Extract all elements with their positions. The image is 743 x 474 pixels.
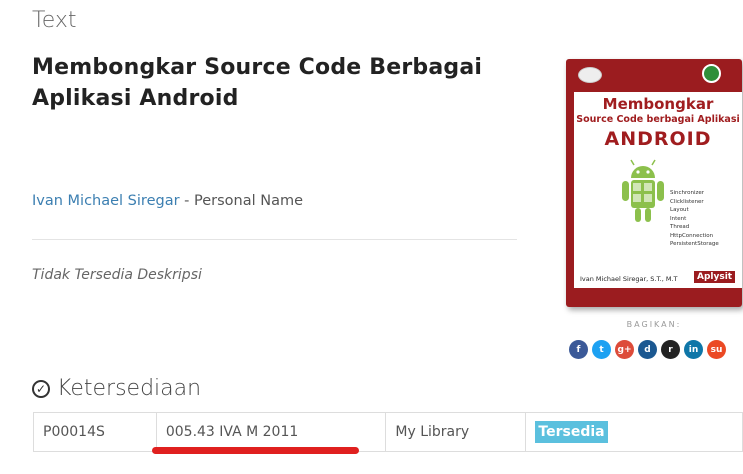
holdings-table: P00014S 005.43 IVA M 2011 My Library Ter…	[33, 412, 743, 452]
item-type-label: Text	[32, 8, 77, 33]
twitter-icon[interactable]: t	[592, 340, 611, 359]
share-label: BAGIKAN:	[626, 320, 682, 329]
book-description: Tidak Tersedia Deskripsi	[32, 267, 202, 283]
stumbleupon-icon[interactable]: su	[707, 340, 726, 359]
linkedin-icon[interactable]: in	[684, 340, 703, 359]
cover-title-line1: Membongkar	[602, 95, 714, 113]
item-code-cell: P00014S	[33, 412, 157, 452]
annotation-underline	[152, 447, 359, 454]
cover-publisher: Aplysit	[694, 271, 736, 283]
author-link[interactable]: Ivan Michael Siregar	[32, 193, 180, 209]
cover-title-line3: ANDROID	[604, 128, 712, 150]
status-cell: Tersedia	[525, 412, 743, 452]
status-badge: Tersedia	[535, 421, 608, 443]
table-row: P00014S 005.43 IVA M 2011 My Library Ter…	[33, 412, 743, 452]
cd-icon	[702, 64, 721, 83]
facebook-icon[interactable]: f	[569, 340, 588, 359]
cover-panel: Membongkar Source Code berbagai Aplikasi…	[574, 92, 742, 307]
book-title: Membongkar Source Code Berbagai Aplikasi…	[32, 55, 483, 111]
android-robot-icon	[622, 159, 664, 222]
location-cell: My Library	[385, 412, 527, 452]
cover-author: Ivan Michael Siregar, S.T., M.T	[580, 275, 678, 283]
share-buttons: f t g+ d r in su	[569, 340, 726, 359]
call-number-cell: 005.43 IVA M 2011	[155, 412, 387, 452]
author-role: - Personal Name	[179, 193, 304, 209]
reddit-icon[interactable]: r	[661, 340, 680, 359]
digg-icon[interactable]: d	[638, 340, 657, 359]
cover-terms: Sinchronizer Clicklistener Layout Intent…	[670, 190, 719, 247]
author-line: Ivan Michael Siregar - Personal Name	[32, 193, 303, 209]
publisher-logo-icon	[578, 67, 602, 83]
availability-heading: ✓ Ketersediaan	[32, 376, 201, 401]
book-cover[interactable]: Membongkar Source Code berbagai Aplikasi…	[566, 59, 742, 307]
google-plus-icon[interactable]: g+	[615, 340, 634, 359]
cover-bottom-band	[574, 288, 742, 307]
cover-title-line2: Source Code berbagai Aplikasi	[576, 114, 740, 125]
check-circle-icon: ✓	[32, 379, 50, 398]
divider	[32, 239, 517, 240]
availability-heading-text: Ketersediaan	[57, 376, 202, 401]
